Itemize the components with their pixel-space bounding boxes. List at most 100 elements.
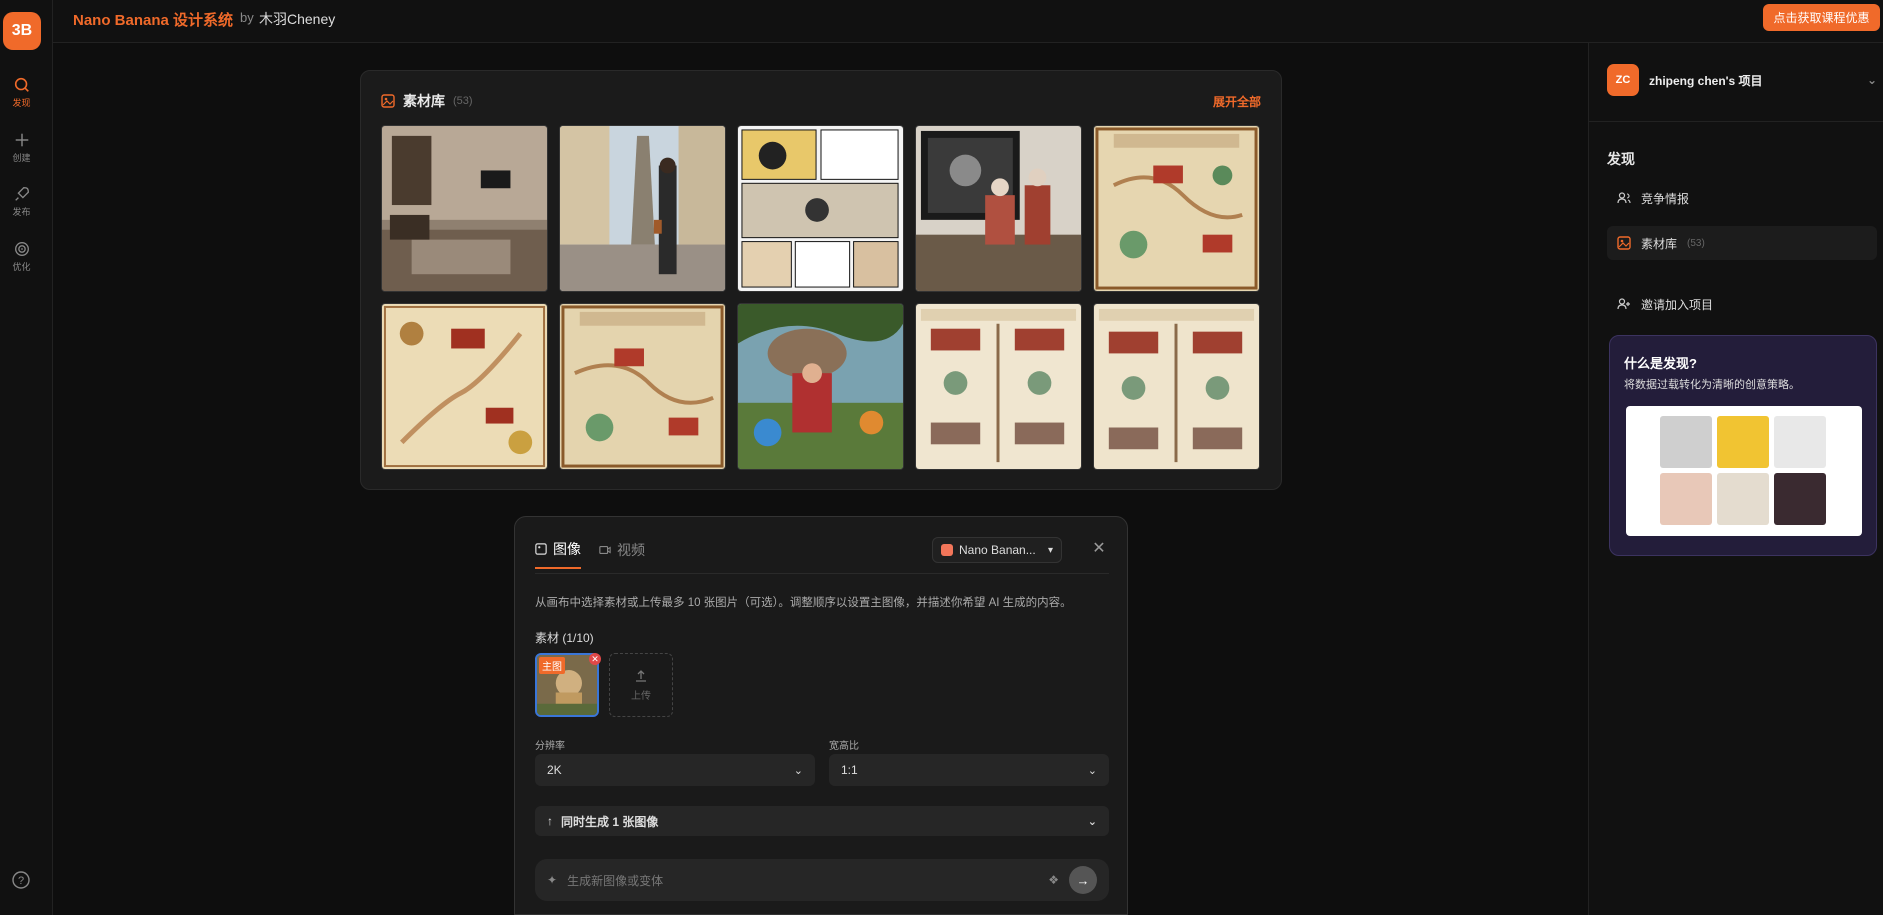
rail-item-create[interactable]: 创建 <box>0 131 43 164</box>
app-root: 3B 发现 创建 发布 优化 ? Nano Banana 设计系统 by 木羽C… <box>0 0 1883 915</box>
sidebar-item-count: (53) <box>1687 237 1705 249</box>
rail-item-optimize[interactable]: 优化 <box>0 240 43 273</box>
composer-tabs: 图像 视频 <box>535 539 645 569</box>
chevron-down-icon: ▾ <box>1047 544 1053 556</box>
thumbnail-cartoon[interactable] <box>737 303 904 470</box>
video-icon <box>599 546 611 554</box>
tabs-divider <box>535 573 1109 574</box>
sidebar-item-competitive-intel[interactable]: 竞争情报 <box>1607 181 1877 215</box>
tab-video[interactable]: 视频 <box>599 539 645 569</box>
sidebar-item-invite[interactable]: 邀请加入项目 <box>1607 287 1877 321</box>
chevron-down-icon: ⌄ <box>1087 815 1097 828</box>
rail-item-publish[interactable]: 发布 <box>0 185 43 218</box>
image-icon <box>1617 236 1631 250</box>
sparkle-icon: ✦ <box>547 873 558 887</box>
library-header: 素材库 (53) <box>381 91 473 111</box>
target-icon <box>14 242 29 256</box>
image-icon <box>381 94 395 108</box>
image-icon <box>535 543 547 555</box>
thumbnail-beijing-ornate[interactable] <box>381 303 548 470</box>
promo-button[interactable]: 点击获取课程优惠 <box>1763 4 1880 31</box>
brand-title: Nano Banana 设计系统 <box>73 12 234 29</box>
prompt-bar: ✦ 生成新图像或变体 ❖ → <box>535 859 1109 901</box>
avatar: ZC <box>1607 64 1639 96</box>
rail-item-discover[interactable]: 发现 <box>0 76 43 109</box>
thumbnail-manga[interactable] <box>737 125 904 292</box>
thumbnail-beijing-map[interactable] <box>1093 125 1260 292</box>
card-image-grid <box>1626 406 1862 536</box>
by-label: by <box>240 10 254 25</box>
left-rail: 3B 发现 创建 发布 优化 ? <box>0 0 53 915</box>
chevron-down-icon: ⌄ <box>793 764 803 777</box>
upload-button[interactable]: 上传 <box>609 653 673 717</box>
materials-label: 素材 (1/10) <box>535 631 594 645</box>
product-store-tile <box>1774 473 1826 525</box>
rail-label-discover: 发现 <box>12 98 31 108</box>
project-name: zhipeng chen's 项目 <box>1649 73 1763 88</box>
user-plus-icon <box>1617 298 1630 310</box>
discover-info-card[interactable]: 什么是发现? 将数据过载转化为清晰的创意策略。 <box>1609 335 1877 556</box>
model-selector[interactable]: Nano Banan... ▾ <box>932 537 1062 563</box>
thumbnail-eiffel[interactable] <box>559 125 726 292</box>
sidebar-item-label: 竞争情报 <box>1641 191 1690 206</box>
card-title: 什么是发现? <box>1624 356 1697 371</box>
plus-icon <box>15 133 28 147</box>
users-icon <box>1617 192 1631 204</box>
sidebar-section-title: 发现 <box>1607 151 1635 167</box>
top-bar: Nano Banana 设计系统 by 木羽Cheney 点击获取课程优惠 <box>53 0 1883 43</box>
aspect-value: 1:1 <box>841 763 858 777</box>
resolution-value: 2K <box>547 763 562 777</box>
rail-label-optimize: 优化 <box>12 262 31 272</box>
composer-hint: 从画布中选择素材或上传最多 10 张图片（可选）。调整顺序以设置主图像，并描述你… <box>535 597 1072 609</box>
arrow-up-icon: ↑ <box>547 814 553 828</box>
thumbnail-interior[interactable] <box>381 125 548 292</box>
thumbnail-two-day-map-2[interactable] <box>1093 303 1260 470</box>
aspect-select[interactable]: 1:1 ⌄ <box>829 754 1109 786</box>
magic-wand-icon[interactable]: ❖ <box>1048 873 1059 887</box>
thumbnail-two-day-map[interactable] <box>915 303 1082 470</box>
model-icon <box>941 544 953 556</box>
prompt-input[interactable]: 生成新图像或变体 <box>567 872 1038 889</box>
library-grid <box>381 125 1260 470</box>
expand-all-link[interactable]: 展开全部 <box>1213 93 1261 110</box>
chevron-down-icon: ⌄ <box>1866 73 1877 87</box>
sidebar-divider <box>1589 121 1883 122</box>
thumbnail-beijing-map-2[interactable] <box>559 303 726 470</box>
library-count: (53) <box>453 95 473 107</box>
product-shoe-tile <box>1660 473 1712 525</box>
product-sunglasses-tile <box>1774 416 1826 468</box>
product-headphones-tile <box>1717 416 1769 468</box>
rocket-icon <box>14 187 29 201</box>
tab-image-label: 图像 <box>553 541 581 557</box>
resolution-label: 分辨率 <box>535 741 565 752</box>
rail-label-publish: 发布 <box>12 207 31 217</box>
svg-text:?: ? <box>18 875 24 887</box>
help-icon[interactable]: ? <box>11 870 31 890</box>
card-subtitle: 将数据过载转化为清晰的创意策略。 <box>1624 379 1800 391</box>
tab-image[interactable]: 图像 <box>535 539 581 569</box>
product-watch-tile <box>1660 416 1712 468</box>
sidebar-item-label: 素材库 <box>1641 236 1678 251</box>
upload-icon <box>636 669 646 682</box>
product-clothes-tile <box>1717 473 1769 525</box>
batch-label: 同时生成 1 张图像 <box>561 814 659 829</box>
author-name: 木羽Cheney <box>259 11 336 27</box>
chevron-down-icon: ⌄ <box>1087 764 1097 777</box>
sidebar-item-label: 邀请加入项目 <box>1641 297 1714 312</box>
sidebar-item-library[interactable]: 素材库 (53) <box>1607 226 1877 260</box>
resolution-select[interactable]: 2K ⌄ <box>535 754 815 786</box>
close-icon[interactable]: ✕ <box>1091 541 1107 557</box>
composer-panel: 图像 视频 Nano Banan... ▾ ✕ 从画布中选择素材或上传最多 10… <box>514 516 1128 915</box>
project-switcher[interactable]: ZC zhipeng chen's 项目 ⌄ <box>1607 63 1877 97</box>
main-badge: 主图 <box>539 657 565 674</box>
app-logo[interactable]: 3B <box>3 12 41 50</box>
remove-material-icon[interactable]: ✕ <box>589 653 601 665</box>
library-panel: 素材库 (53) 展开全部 <box>360 70 1282 490</box>
rail-label-create: 创建 <box>12 153 31 163</box>
batch-count-select[interactable]: ↑ 同时生成 1 张图像 ⌄ <box>535 806 1109 836</box>
tab-video-label: 视频 <box>617 542 645 558</box>
thumbnail-figurine[interactable] <box>915 125 1082 292</box>
library-title: 素材库 <box>403 93 445 109</box>
send-button[interactable]: → <box>1069 866 1097 894</box>
search-icon <box>14 77 29 92</box>
